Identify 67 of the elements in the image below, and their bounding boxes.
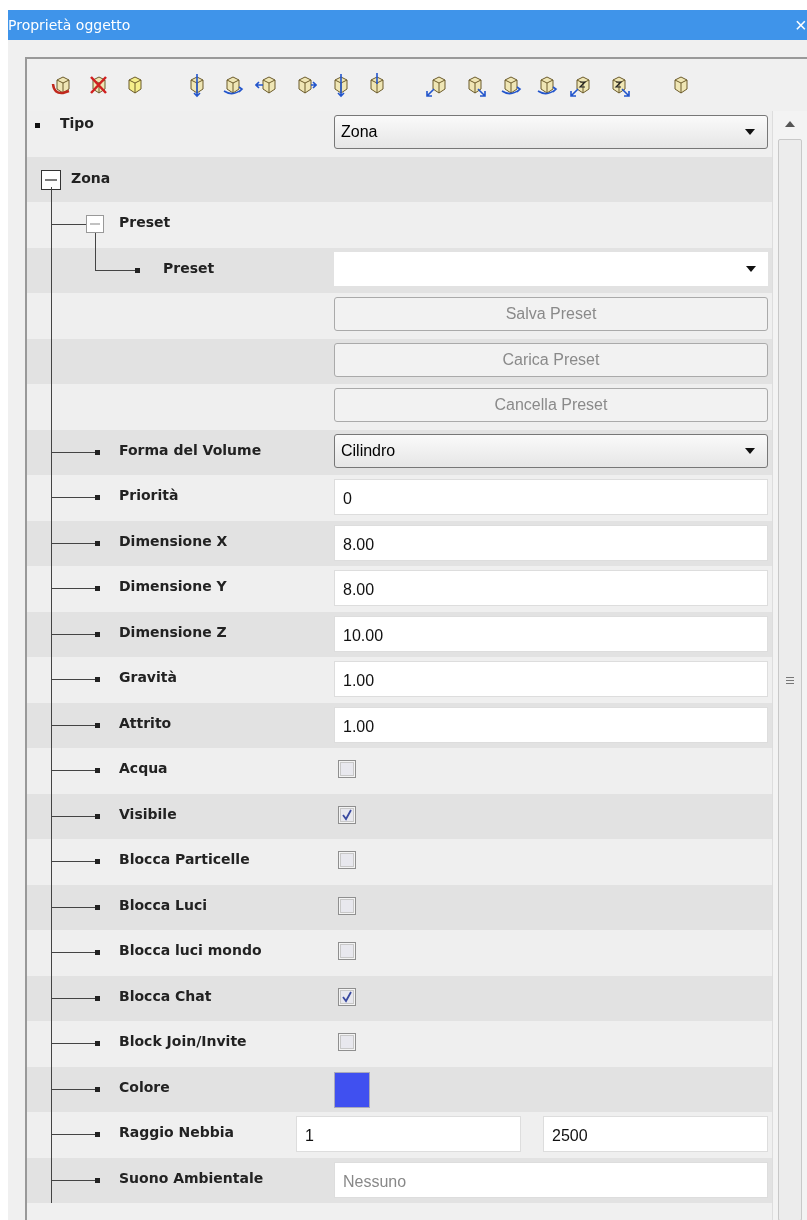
input-field[interactable]: 2500 — [543, 1116, 768, 1152]
checkbox[interactable] — [338, 805, 356, 824]
tree-bullet — [95, 677, 100, 682]
grip-icon — [786, 676, 794, 684]
group-label: Preset — [119, 214, 171, 230]
tree-bullet — [95, 722, 100, 728]
property-label: Blocca luci mondo — [119, 942, 262, 958]
bullet-icon — [35, 123, 40, 128]
tree-bullet — [95, 859, 100, 864]
property-label: Dimensione Z — [119, 623, 227, 640]
caret-icon — [745, 447, 755, 454]
tree-bullet — [95, 950, 100, 955]
property-label: Suono Ambientale — [119, 1169, 264, 1186]
collapse-icon[interactable] — [41, 169, 61, 190]
window-title: Proprietà oggetto — [8, 17, 131, 33]
property-label: Acqua — [119, 760, 168, 776]
property-label: Dimensione X — [119, 532, 228, 549]
property-label: Tipo — [60, 115, 94, 131]
input-field[interactable]: 8.00 — [334, 570, 768, 606]
tree-bullet — [95, 904, 100, 910]
checkbox[interactable] — [338, 851, 356, 869]
property-label: Priorità — [119, 487, 179, 503]
checkbox[interactable] — [338, 1033, 356, 1051]
property-label: Block Join/Invite — [119, 1033, 247, 1049]
input-field[interactable]: 1.00 — [334, 661, 768, 697]
checkbox[interactable] — [338, 896, 356, 915]
property-label: Raggio Nebbia — [119, 1124, 235, 1140]
tree-bullet — [95, 1041, 100, 1046]
input-field[interactable]: 1.00 — [334, 706, 768, 743]
section-label: Zona — [71, 169, 111, 186]
dropdown[interactable]: Cilindro — [334, 433, 768, 468]
tree-bullet — [95, 1086, 100, 1092]
input-field[interactable]: 1 — [296, 1116, 521, 1152]
property-label: Gravità — [119, 669, 177, 685]
property-label: Dimensione Y — [119, 578, 227, 594]
property-label: Visibile — [119, 805, 177, 822]
tree-bullet — [95, 449, 100, 455]
tree-bullet — [95, 631, 100, 637]
property-label: Attrito — [119, 714, 172, 731]
input-field[interactable]: Nessuno — [334, 1161, 768, 1198]
scroll-up-icon[interactable] — [785, 121, 795, 127]
caret-icon — [745, 129, 755, 135]
type-dropdown[interactable]: Zona — [334, 115, 768, 149]
property-label: Blocca Chat — [119, 987, 212, 1004]
input-field[interactable]: 8.00 — [334, 524, 768, 561]
caret-icon — [746, 265, 756, 272]
property-label: Forma del Volume — [119, 441, 262, 458]
tree-bullet — [95, 813, 100, 819]
checkbox[interactable] — [338, 942, 356, 960]
scroll-thumb[interactable] — [778, 139, 802, 1220]
tree-bullet — [95, 1132, 100, 1137]
tree-bullet — [95, 540, 100, 546]
checkbox[interactable] — [338, 987, 356, 1006]
property-label: Colore — [119, 1078, 170, 1095]
tree-bullet — [95, 1177, 100, 1183]
property-label: Blocca Luci — [119, 896, 207, 913]
property-label: Blocca Particelle — [119, 851, 250, 867]
color-swatch[interactable] — [334, 1071, 370, 1108]
property-label: Preset — [163, 259, 215, 276]
tree-bullet — [135, 267, 140, 273]
tree-bullet — [95, 586, 100, 591]
input-field[interactable]: 10.00 — [334, 615, 768, 652]
tree-bullet — [95, 768, 100, 773]
checkbox[interactable] — [338, 760, 356, 778]
input-field[interactable]: 0 — [334, 479, 768, 515]
tree-bullet — [95, 995, 100, 1001]
tree-bullet — [95, 495, 100, 500]
